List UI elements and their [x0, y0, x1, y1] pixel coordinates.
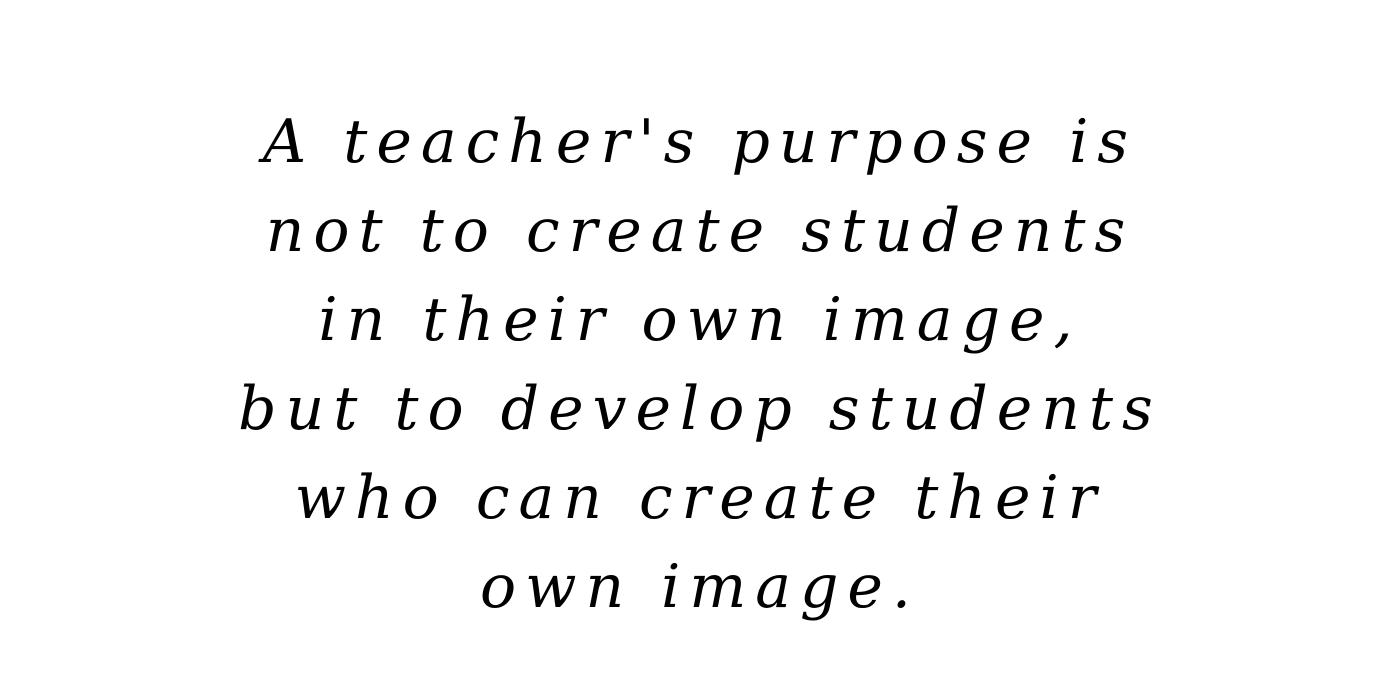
quote-line-4: but to develop students [238, 374, 1162, 444]
quote-text: A teacher's purpose is not to create stu… [0, 98, 1400, 632]
quote-line-5: who can create their [294, 463, 1106, 533]
quote-line-6: own image. [479, 552, 921, 622]
quote-line-2: not to create students [265, 196, 1135, 266]
quote-line-3: in their own image, [318, 285, 1082, 355]
quote-line-1: A teacher's purpose is [262, 107, 1138, 177]
quote-canvas: A teacher's purpose is not to create stu… [0, 0, 1400, 700]
